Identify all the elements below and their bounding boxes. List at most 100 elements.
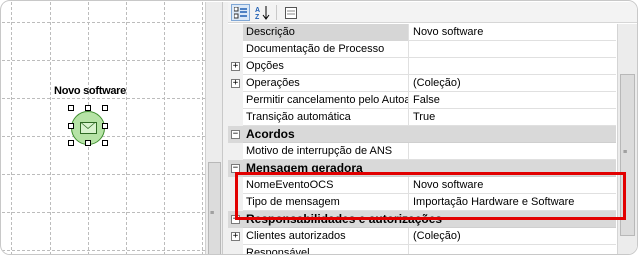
property-value[interactable]: True xyxy=(410,109,616,126)
property-name: Motivo de interrupção de ANS xyxy=(243,143,409,160)
grid-line xyxy=(2,250,205,251)
row-gutter: − xyxy=(228,160,243,177)
row-gutter xyxy=(228,24,243,41)
scrollbar-thumb[interactable] xyxy=(208,162,221,254)
property-row[interactable]: Documentação de Processo xyxy=(228,41,616,58)
property-value[interactable] xyxy=(410,58,616,75)
row-gutter: + xyxy=(228,58,243,75)
grid-line xyxy=(2,136,205,137)
row-gutter xyxy=(228,194,243,211)
property-pages-icon xyxy=(284,6,297,19)
property-value[interactable] xyxy=(410,41,616,58)
resize-handle[interactable] xyxy=(85,105,91,111)
grid-line xyxy=(2,212,205,213)
row-gutter xyxy=(228,245,243,254)
row-gutter xyxy=(228,143,243,160)
row-gutter xyxy=(228,109,243,126)
property-category[interactable]: − Responsabilidades e autorizações xyxy=(228,211,616,228)
categorized-view-icon xyxy=(234,6,247,18)
expand-icon[interactable]: + xyxy=(231,232,240,241)
row-gutter: − xyxy=(228,211,243,228)
node-title: Novo software xyxy=(54,85,126,97)
property-value[interactable] xyxy=(410,245,616,254)
category-label: Responsabilidades e autorizações xyxy=(246,212,443,226)
property-grid: A Z Descrição Novo software Documentação d… xyxy=(228,2,637,254)
svg-text:A: A xyxy=(255,7,260,14)
svg-text:Z: Z xyxy=(255,14,260,20)
scroll-grip-icon: ≡ xyxy=(210,210,215,217)
row-gutter xyxy=(228,177,243,194)
property-row[interactable]: + Operações (Coleção) xyxy=(228,75,616,92)
property-name: Tipo de mensagem xyxy=(243,194,409,211)
property-name: Descrição xyxy=(243,24,409,41)
property-name: Operações xyxy=(243,75,409,92)
property-value[interactable]: Novo software xyxy=(410,24,616,41)
property-name: NomeEventoOCS xyxy=(243,177,409,194)
alphabetical-sort-button[interactable]: A Z xyxy=(253,4,272,21)
resize-handle[interactable] xyxy=(68,123,74,129)
grid-line xyxy=(50,2,51,254)
property-value[interactable]: (Coleção) xyxy=(410,75,616,92)
property-name: Permitir cancelamento pelo Autoat xyxy=(243,92,409,109)
property-row[interactable]: + Opções xyxy=(228,58,616,75)
grid-line xyxy=(2,22,205,23)
resize-handle[interactable] xyxy=(68,140,74,146)
resize-handle[interactable] xyxy=(102,123,108,129)
property-pages-button[interactable] xyxy=(281,4,300,21)
property-row[interactable]: Permitir cancelamento pelo Autoat False xyxy=(228,92,616,109)
property-name: Opções xyxy=(243,58,409,75)
property-value[interactable]: Novo software xyxy=(410,177,616,194)
collapse-icon[interactable]: − xyxy=(231,130,240,139)
property-name: Documentação de Processo xyxy=(243,41,409,58)
row-gutter xyxy=(228,41,243,58)
grid-line xyxy=(2,98,205,99)
property-value[interactable]: Importação Hardware e Software xyxy=(410,194,616,211)
collapse-icon[interactable]: − xyxy=(231,164,240,173)
resize-handle[interactable] xyxy=(68,105,74,111)
property-grid-scrollbar[interactable]: ≡ xyxy=(617,24,637,254)
property-row[interactable]: Descrição Novo software xyxy=(228,24,616,41)
property-row[interactable]: Motivo de interrupção de ANS xyxy=(228,143,616,160)
resize-handle[interactable] xyxy=(102,140,108,146)
category-label: Mensagem geradora xyxy=(246,161,363,175)
property-row[interactable]: + Clientes autorizados (Coleção) xyxy=(228,228,616,245)
grid-line xyxy=(202,2,203,254)
expand-icon[interactable]: + xyxy=(231,79,240,88)
row-gutter: − xyxy=(228,126,243,143)
property-value[interactable]: (Coleção) xyxy=(410,228,616,245)
resize-handle[interactable] xyxy=(85,140,91,146)
property-category[interactable]: − Acordos xyxy=(228,126,616,143)
property-rows: Descrição Novo software Documentação de Pr… xyxy=(228,24,616,254)
property-row[interactable]: Tipo de mensagem Importação Hardware e So… xyxy=(228,194,616,211)
window-frame: Novo software ≡ A Z Descrição Novo softw… xyxy=(0,0,638,255)
envelope-icon xyxy=(80,122,97,134)
property-value[interactable] xyxy=(410,143,616,160)
row-gutter: + xyxy=(228,75,243,92)
sort-az-icon: A Z xyxy=(255,6,269,20)
diagram-canvas[interactable]: Novo software xyxy=(2,2,205,254)
grid-line xyxy=(2,60,205,61)
property-row[interactable]: Responsável xyxy=(228,245,616,254)
expand-icon[interactable]: + xyxy=(231,62,240,71)
grid-line xyxy=(2,174,205,175)
row-gutter: + xyxy=(228,228,243,245)
categorized-view-button[interactable] xyxy=(231,4,250,21)
scroll-grip-icon: ≡ xyxy=(623,149,628,156)
property-name: Responsável xyxy=(243,245,409,254)
grid-line xyxy=(126,2,127,254)
property-name: Transição automática xyxy=(243,109,409,126)
grid-line xyxy=(164,2,165,254)
property-toolbar: A Z xyxy=(228,2,637,23)
row-gutter xyxy=(228,92,243,109)
toolbar-separator xyxy=(276,5,277,20)
property-row[interactable]: NomeEventoOCS Novo software xyxy=(228,177,616,194)
property-category[interactable]: − Mensagem geradora xyxy=(228,160,616,177)
resize-handle[interactable] xyxy=(102,105,108,111)
grid-line xyxy=(11,2,12,254)
property-row[interactable]: Transição automática True xyxy=(228,109,616,126)
canvas-scrollbar[interactable]: ≡ xyxy=(205,2,222,254)
property-name: Clientes autorizados xyxy=(243,228,409,245)
property-value[interactable]: False xyxy=(410,92,616,109)
category-label: Acordos xyxy=(246,127,295,141)
collapse-icon[interactable]: − xyxy=(231,215,240,224)
